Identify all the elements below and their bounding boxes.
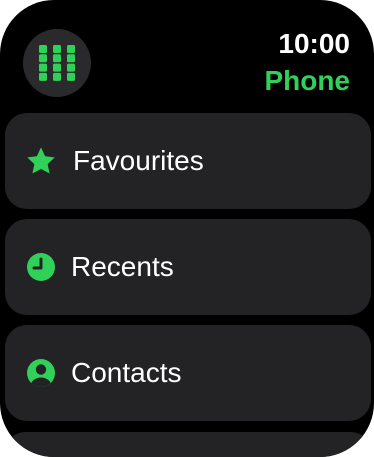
menu-item-recents[interactable]: Recents — [5, 219, 371, 315]
menu-item-label: Favourites — [73, 145, 204, 176]
menu-item-label: Recents — [71, 251, 174, 282]
star-icon — [25, 145, 57, 177]
menu-item-partial[interactable] — [5, 432, 371, 457]
status-time: 10:00 — [278, 28, 350, 59]
menu-item-label: Contacts — [71, 357, 182, 388]
keypad-button[interactable] — [23, 29, 91, 97]
app-title: Phone — [264, 65, 350, 96]
person-icon — [25, 357, 57, 389]
menu-item-favourites[interactable]: Favourites — [5, 113, 371, 209]
menu-list: Favourites Recents Contacts — [5, 113, 371, 431]
watch-screen: 10:00 Phone Favourites Recents Contacts — [0, 0, 374, 457]
clock-icon — [25, 251, 57, 283]
menu-item-contacts[interactable]: Contacts — [5, 325, 371, 421]
keypad-grid-icon — [39, 45, 75, 81]
